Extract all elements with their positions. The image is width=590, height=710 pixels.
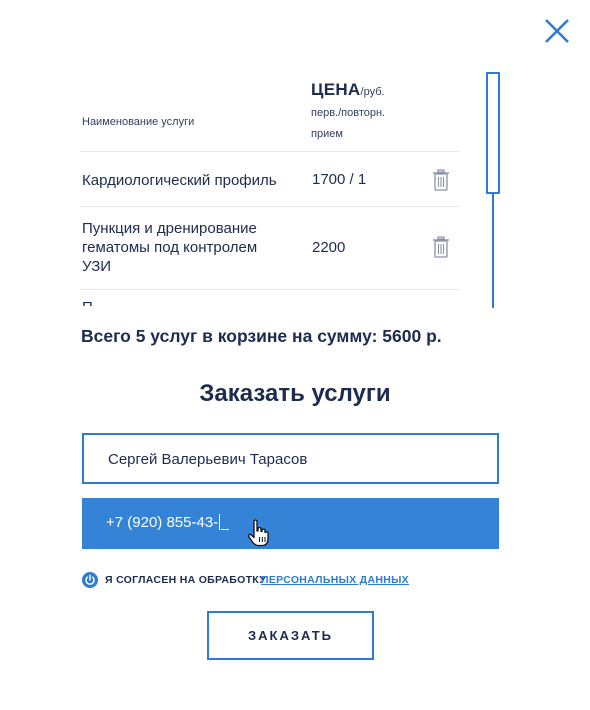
scrollbar-thumb[interactable] [486, 72, 500, 194]
header-price-main: ЦЕНА [311, 80, 361, 99]
text-caret [219, 514, 221, 530]
service-price: 1700 / 1 [312, 171, 367, 188]
table-row: Кардиологический профиль 1700 / 1 [80, 152, 460, 207]
services-table: Наименование услуги ЦЕНА/руб. перв./повт… [80, 72, 460, 306]
service-price: 2200 [312, 239, 346, 256]
service-name: Кардиологический профиль [82, 172, 277, 189]
cart-summary: Всего 5 услуг в корзине на сумму: 5600 р… [81, 326, 442, 346]
table-row: П [80, 290, 460, 306]
input-mask-placeholder [221, 517, 230, 530]
header-price-unit: /руб. [360, 86, 385, 98]
order-title: Заказать услуги [199, 380, 391, 407]
header-service-name: Наименование услуги [82, 116, 195, 128]
power-icon [85, 574, 95, 585]
phone-input[interactable]: +7 (920) 855-43- [82, 498, 499, 549]
delete-button[interactable] [432, 236, 450, 258]
table-scrollbar[interactable] [486, 72, 500, 308]
phone-input-value: +7 (920) 855-43- [106, 514, 219, 531]
personal-data-link[interactable]: ПЕРСОНАЛЬНЫХ ДАННЫХ [261, 574, 409, 586]
consent-toggle[interactable] [82, 572, 98, 588]
service-name: Пункция и дренирование гематомы под конт… [82, 220, 258, 275]
delete-button[interactable] [432, 169, 450, 191]
header-price-sub: прием [311, 128, 343, 140]
name-input-value: Сергей Валерьевич Тарасов [108, 451, 308, 468]
trash-icon [433, 236, 449, 258]
header-price-sub: перв./повторн. [311, 107, 386, 119]
service-name: П [82, 298, 282, 306]
close-button[interactable] [540, 14, 574, 48]
table-header: Наименование услуги ЦЕНА/руб. перв./повт… [80, 72, 460, 152]
submit-button-label: ЗАКАЗАТЬ [247, 628, 334, 643]
hand-cursor-icon [247, 519, 269, 547]
header-price: ЦЕНА/руб. перв./повторн. прием [311, 80, 421, 145]
consent-text: Я СОГЛАСЕН НА ОБРАБОТКУ [105, 574, 267, 586]
order-submit-button[interactable]: ЗАКАЗАТЬ [207, 611, 374, 660]
name-input[interactable]: Сергей Валерьевич Тарасов [82, 433, 499, 484]
close-icon [545, 19, 569, 43]
trash-icon [433, 169, 449, 191]
table-row: Пункция и дренирование гематомы под конт… [80, 207, 460, 290]
